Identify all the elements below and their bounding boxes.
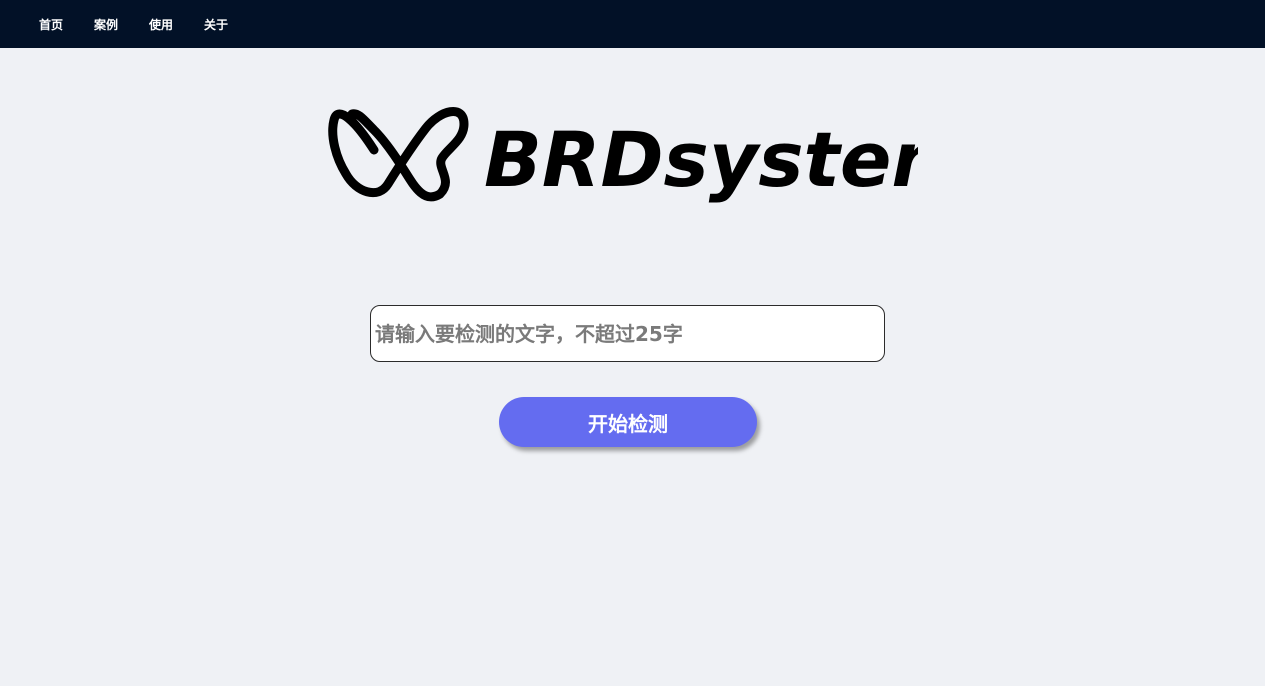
nav-item-about[interactable]: 关于 xyxy=(193,16,239,33)
search-container xyxy=(370,305,885,362)
logo-text: BRDsystem xyxy=(484,115,918,204)
brand-logo: BRDsystem xyxy=(328,100,918,204)
top-nav-bar: 首页 案例 使用 关于 xyxy=(0,0,1265,48)
nav-item-usage[interactable]: 使用 xyxy=(138,16,184,33)
start-detection-button[interactable]: 开始检测 xyxy=(499,397,757,447)
nav-menu: 首页 案例 使用 关于 xyxy=(28,0,248,48)
butterfly-icon xyxy=(328,107,469,202)
text-input[interactable] xyxy=(370,305,885,362)
nav-item-home[interactable]: 首页 xyxy=(28,16,74,33)
nav-item-cases[interactable]: 案例 xyxy=(83,16,129,33)
